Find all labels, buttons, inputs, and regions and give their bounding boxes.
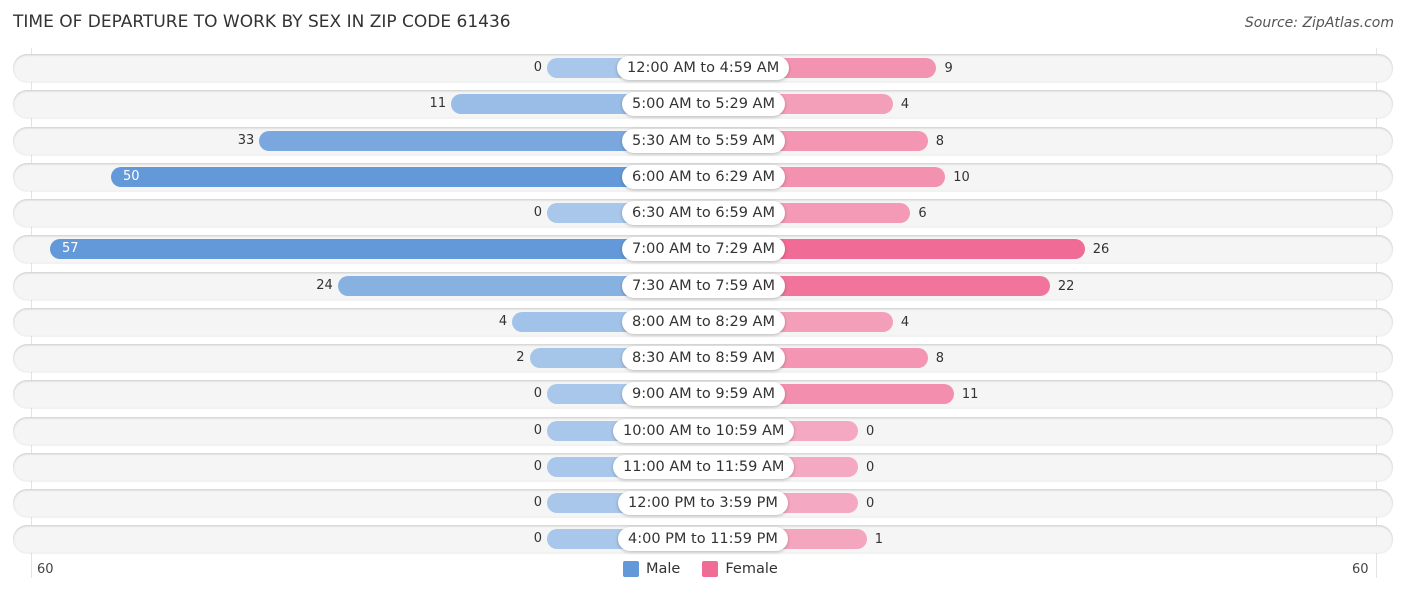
female-value-label: 6 bbox=[918, 206, 927, 221]
legend-label-female: Female bbox=[725, 561, 778, 577]
female-value-label: 1 bbox=[874, 532, 883, 548]
left-axis-tick-label: 60 bbox=[37, 562, 54, 577]
male-value-label: 0 bbox=[533, 458, 542, 474]
male-value-label: 0 bbox=[533, 386, 542, 402]
category-label: 8:30 AM to 8:59 AM bbox=[622, 346, 785, 370]
female-value-label: 8 bbox=[935, 133, 945, 149]
female-value-label: 0 bbox=[866, 496, 875, 511]
category-label: 7:30 AM to 7:59 AM bbox=[622, 273, 785, 298]
category-label: 9:00 AM to 9:59 AM bbox=[622, 382, 785, 407]
female-value-label: 26 bbox=[1092, 242, 1110, 258]
category-label: 6:00 AM to 6:29 AM bbox=[622, 164, 785, 189]
legend-item-male[interactable]: Male bbox=[623, 561, 680, 577]
category-label: 7:00 AM to 7:29 AM bbox=[622, 237, 785, 262]
category-label: 5:30 AM to 5:59 AM bbox=[622, 128, 785, 153]
female-value-label: 0 bbox=[866, 459, 875, 475]
male-value-label: 33 bbox=[237, 132, 255, 148]
male-value-label: 24 bbox=[316, 277, 333, 293]
male-value-label: 4 bbox=[498, 313, 508, 329]
female-value-label: 8 bbox=[935, 351, 945, 366]
male-value-label: 2 bbox=[516, 350, 525, 365]
female-value-label: 22 bbox=[1057, 278, 1075, 294]
male-value-label: 0 bbox=[533, 531, 542, 547]
legend-label-male: Male bbox=[646, 561, 681, 577]
category-label: 5:00 AM to 5:29 AM bbox=[622, 92, 785, 117]
female-value-label: 9 bbox=[944, 61, 953, 76]
chart-area: 0 9 12:00 AM to 4:59 AM 11 4 5:00 AM to 5:29 … bbox=[0, 0, 1406, 595]
category-label: 10:00 AM to 10:59 AM bbox=[613, 418, 795, 443]
male-bar[interactable] bbox=[49, 239, 703, 260]
category-label: 11:00 AM to 11:59 AM bbox=[613, 454, 795, 479]
category-label: 4:00 PM to 11:59 PM bbox=[618, 527, 788, 552]
female-value-label: 10 bbox=[953, 169, 970, 185]
category-label: 6:30 AM to 6:59 AM bbox=[622, 201, 785, 225]
female-value-label: 0 bbox=[866, 423, 875, 439]
legend-item-female[interactable]: Female bbox=[702, 561, 778, 577]
female-value-label: 4 bbox=[900, 97, 910, 113]
legend: Male Female bbox=[623, 561, 778, 577]
male-bar[interactable] bbox=[111, 166, 703, 187]
female-value-label: 4 bbox=[900, 314, 910, 330]
category-label: 12:00 PM to 3:59 PM bbox=[618, 491, 788, 515]
male-value-label: 11 bbox=[429, 96, 447, 112]
male-value-label: 0 bbox=[533, 422, 542, 438]
female-swatch-icon bbox=[702, 561, 719, 577]
category-label: 8:00 AM to 8:29 AM bbox=[622, 309, 785, 334]
male-value-label: 57 bbox=[61, 241, 79, 257]
female-value-label: 11 bbox=[961, 387, 979, 403]
male-value-label: 0 bbox=[533, 495, 542, 510]
male-value-label: 0 bbox=[533, 60, 542, 75]
category-label: 12:00 AM to 4:59 AM bbox=[617, 56, 790, 80]
right-axis-tick-label: 60 bbox=[1352, 562, 1369, 577]
male-swatch-icon bbox=[623, 561, 639, 577]
male-value-label: 0 bbox=[533, 205, 542, 220]
male-value-label: 50 bbox=[123, 168, 140, 184]
